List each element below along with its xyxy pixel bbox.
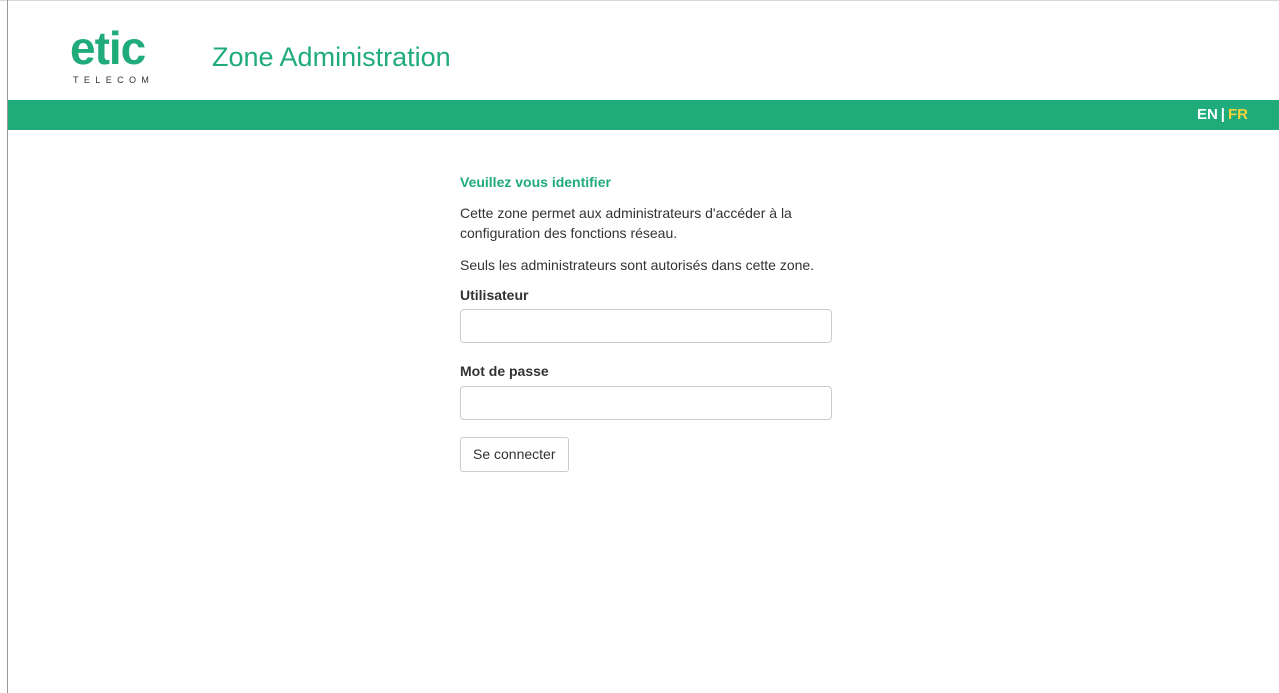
logo-wordmark: etic <box>70 22 146 74</box>
header: etic TELECOM Zone Administration <box>8 1 1279 100</box>
language-fr-link[interactable]: FR <box>1228 106 1248 123</box>
language-bar: EN | FR <box>8 100 1279 130</box>
password-input[interactable] <box>460 386 832 420</box>
language-separator: | <box>1220 106 1225 123</box>
login-description: Cette zone permet aux administrateurs d'… <box>460 205 792 241</box>
language-switcher: EN | FR <box>1197 107 1248 123</box>
password-label: Mot de passe <box>460 363 549 379</box>
username-label: Utilisateur <box>460 287 529 303</box>
login-button[interactable]: Se connecter <box>460 437 569 472</box>
language-en-link[interactable]: EN <box>1197 106 1218 123</box>
login-restriction-note: Seuls les administrateurs sont autorisés… <box>460 257 815 273</box>
page-title: Zone Administration <box>212 42 451 72</box>
etic-telecom-logo: etic TELECOM <box>70 25 180 89</box>
username-input[interactable] <box>460 309 832 343</box>
logo-subtitle: TELECOM <box>73 75 155 85</box>
login-heading: Veuillez vous identifier <box>460 174 611 190</box>
